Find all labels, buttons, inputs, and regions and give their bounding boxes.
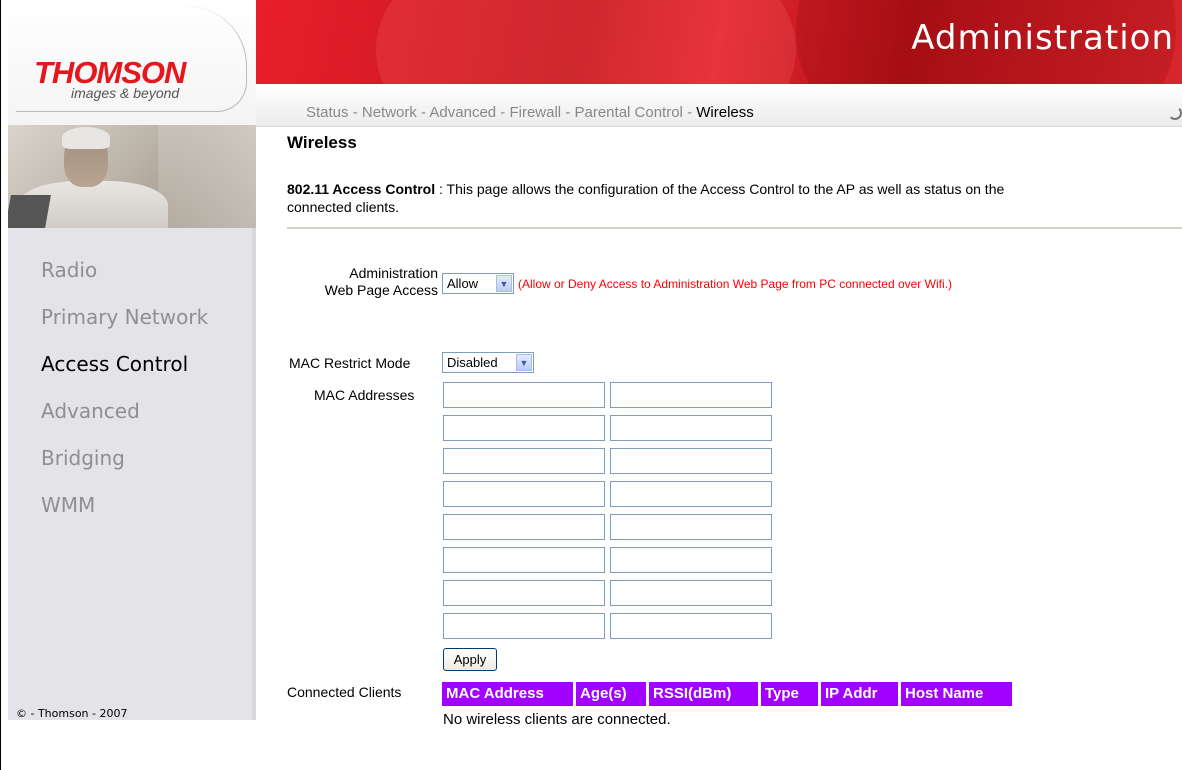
description-text-2: connected clients. bbox=[287, 199, 400, 215]
admin-access-label: Administration Web Page Access bbox=[324, 265, 438, 298]
sidebar-item-radio[interactable]: Radio bbox=[41, 259, 208, 306]
divider bbox=[287, 227, 1182, 229]
page-description: 802.11 Access Control : This page allows… bbox=[287, 180, 1182, 216]
page-title: Wireless bbox=[287, 133, 357, 152]
admin-access-note: (Allow or Deny Access to Administration … bbox=[518, 277, 952, 291]
mac-address-input[interactable] bbox=[610, 382, 772, 408]
loading-spinner-icon bbox=[1168, 106, 1182, 120]
mac-address-input[interactable] bbox=[443, 448, 605, 474]
sidebar-item-advanced[interactable]: Advanced bbox=[41, 400, 208, 447]
column-header-host-name: Host Name bbox=[901, 682, 1012, 706]
admin-access-select[interactable]: Allow ▼ bbox=[442, 273, 514, 294]
chevron-down-icon[interactable]: ▼ bbox=[516, 354, 532, 371]
window-left-border bbox=[0, 0, 7, 770]
connected-clients-label: Connected Clients bbox=[287, 684, 402, 700]
mac-restrict-label: MAC Restrict Mode bbox=[289, 355, 411, 371]
mac-address-input[interactable] bbox=[443, 514, 605, 540]
mac-address-input[interactable] bbox=[443, 382, 605, 408]
nav-advanced[interactable]: Advanced bbox=[429, 104, 496, 121]
column-header-type: Type bbox=[761, 682, 818, 706]
logo-area: THOMSON images & beyond bbox=[8, 0, 256, 125]
admin-access-value: Allow bbox=[447, 276, 479, 291]
mac-address-input[interactable] bbox=[443, 580, 605, 606]
mac-address-input[interactable] bbox=[610, 415, 772, 441]
sidebar-item-access-control[interactable]: Access Control bbox=[41, 353, 208, 400]
logo-tagline: images & beyond bbox=[71, 85, 180, 101]
column-header-rssi: RSSI(dBm) bbox=[649, 682, 758, 706]
description-text: : This page allows the configuration of … bbox=[435, 181, 1005, 197]
no-clients-message: No wireless clients are connected. bbox=[443, 711, 671, 728]
sidebar-item-bridging[interactable]: Bridging bbox=[41, 447, 208, 494]
top-nav-bar: Status - Network - Advanced - Firewall -… bbox=[256, 84, 1182, 127]
chevron-down-icon[interactable]: ▼ bbox=[496, 275, 512, 292]
mac-restrict-value: Disabled bbox=[447, 355, 498, 370]
mac-address-input[interactable] bbox=[443, 481, 605, 507]
mac-address-input[interactable] bbox=[443, 613, 605, 639]
column-header-ip-addr: IP Addr bbox=[821, 682, 898, 706]
mac-address-input[interactable] bbox=[610, 514, 772, 540]
apply-button[interactable]: Apply bbox=[443, 648, 497, 671]
sidebar-item-wmm[interactable]: WMM bbox=[41, 494, 208, 541]
mac-address-input[interactable] bbox=[443, 547, 605, 573]
mac-address-input[interactable] bbox=[610, 580, 772, 606]
nav-parental-control[interactable]: Parental Control bbox=[575, 104, 683, 121]
mac-addresses-label: MAC Addresses bbox=[314, 387, 415, 403]
header-banner: Administration bbox=[256, 0, 1182, 84]
nav-firewall[interactable]: Firewall bbox=[509, 104, 561, 121]
mac-address-input[interactable] bbox=[610, 481, 772, 507]
copyright: © - Thomson - 2007 bbox=[16, 707, 128, 720]
mac-restrict-select[interactable]: Disabled ▼ bbox=[442, 352, 534, 373]
mac-address-input[interactable] bbox=[610, 448, 772, 474]
top-nav: Status - Network - Advanced - Firewall -… bbox=[306, 104, 754, 121]
sidebar-item-primary-network[interactable]: Primary Network bbox=[41, 306, 208, 353]
description-heading: 802.11 Access Control bbox=[287, 181, 436, 197]
column-header-mac-address: MAC Address bbox=[442, 682, 573, 706]
sidebar-menu: Radio Primary Network Access Control Adv… bbox=[41, 259, 208, 541]
sidebar-photo bbox=[8, 125, 256, 228]
mac-address-input[interactable] bbox=[610, 547, 772, 573]
mac-address-input[interactable] bbox=[443, 415, 605, 441]
mac-address-input[interactable] bbox=[610, 613, 772, 639]
nav-status[interactable]: Status bbox=[306, 104, 349, 121]
column-header-age: Age(s) bbox=[576, 682, 646, 706]
page-header-title: Administration bbox=[911, 18, 1174, 58]
nav-network[interactable]: Network bbox=[362, 104, 417, 121]
nav-wireless[interactable]: Wireless bbox=[696, 104, 754, 121]
